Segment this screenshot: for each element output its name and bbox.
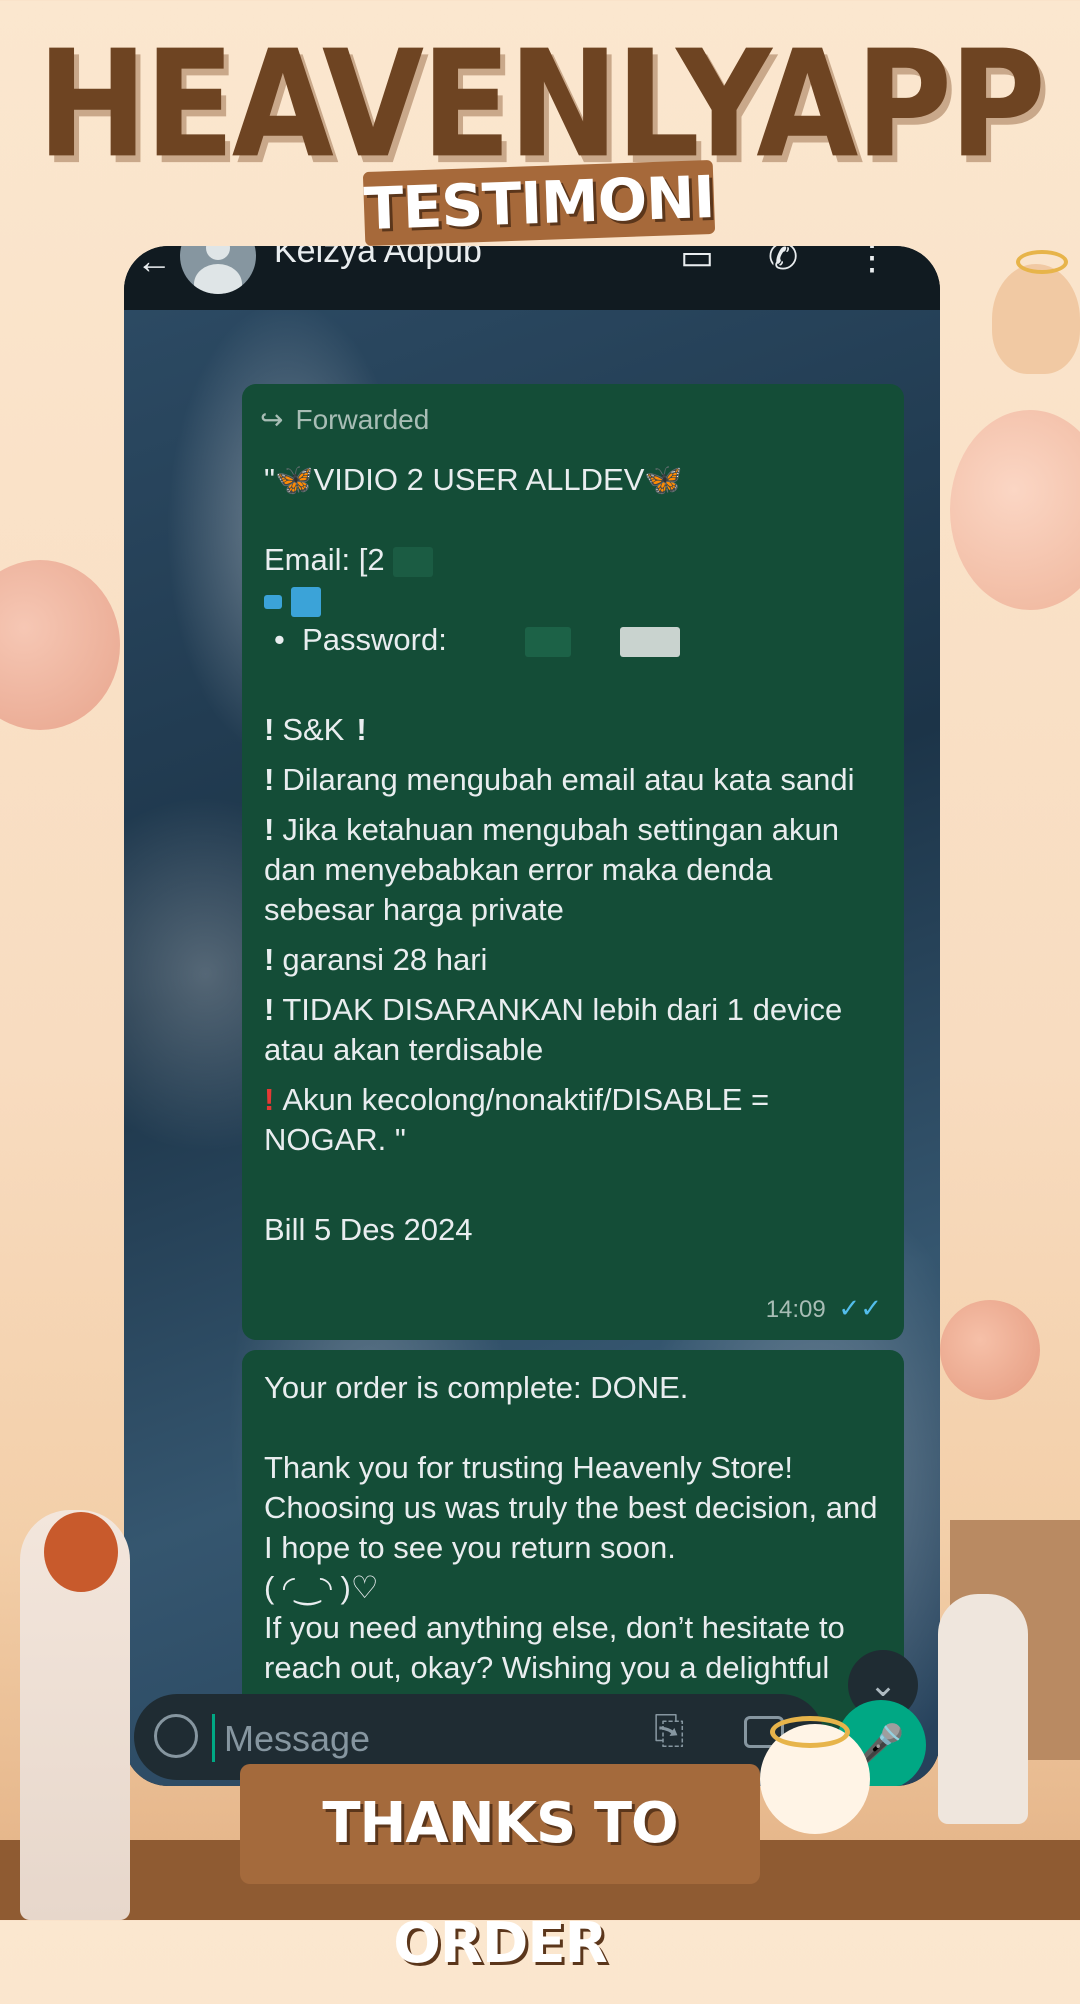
video-call-icon[interactable]: ▭ <box>680 246 714 278</box>
lyre-player-illustration <box>938 1594 1028 1824</box>
order-status-text: Your order is complete: DONE. <box>264 1370 689 1405</box>
chat-screenshot: ← Keizya Adpub ▭ ✆ ⋮ ↪ Forwarded "🦋VIDIO… <box>124 246 940 1786</box>
text-caret <box>212 1714 215 1762</box>
contact-name[interactable]: Keizya Adpub <box>274 246 482 271</box>
goddess-hair-illustration <box>44 1512 118 1592</box>
avatar[interactable] <box>180 246 256 294</box>
redacted-block <box>393 546 434 577</box>
thank-you-text: Thank you for trusting Heavenly Store! C… <box>264 1450 878 1565</box>
password-row: • Password: <box>264 620 882 660</box>
message-bubble-order-complete[interactable]: Your order is complete: DONE. Thank you … <box>242 1350 904 1742</box>
message-time: 14:09 <box>765 1296 826 1323</box>
thanks-banner: THANKS TO ORDER <box>240 1764 760 1976</box>
phone-call-icon[interactable]: ✆ <box>768 246 798 278</box>
forwarded-label: ↪ Forwarded <box>260 402 882 438</box>
attach-icon[interactable]: ⎘ <box>654 1710 684 1753</box>
read-receipt-icon: ✓✓ <box>838 1293 882 1323</box>
message-meta: 14:09 ✓✓ <box>766 1288 882 1330</box>
halo-icon <box>1016 250 1068 274</box>
redacted-block <box>264 594 282 609</box>
rule-item: ! garansi 28 hari <box>264 942 488 977</box>
redacted-block <box>525 626 572 657</box>
rule-item-warning: ! Akun kecolong/nonaktif/DISABLE = NOGAR.… <box>264 1082 770 1157</box>
chat-wallpaper: ↪ Forwarded "🦋VIDIO 2 USER ALLDEV🦋 Email… <box>124 310 940 1786</box>
heart-cloud-decoration <box>940 1300 1040 1400</box>
heart-cloud-decoration <box>0 560 120 730</box>
halo-icon <box>770 1716 850 1748</box>
sticker-icon[interactable] <box>154 1714 198 1758</box>
chat-header: ← Keizya Adpub ▭ ✆ ⋮ <box>124 246 940 310</box>
message-bubble-forwarded[interactable]: ↪ Forwarded "🦋VIDIO 2 USER ALLDEV🦋 Email… <box>242 384 904 1340</box>
message-title: "🦋VIDIO 2 USER ALLDEV🦋 <box>264 462 683 497</box>
message-input[interactable] <box>222 1710 606 1768</box>
email-row: Email: [2 <box>264 540 882 580</box>
rule-item: ! Jika ketahuan mengubah settingan akun d… <box>264 812 840 927</box>
back-arrow-icon[interactable]: ← <box>136 246 172 282</box>
subtitle-badge: TESTIMONI <box>362 159 715 247</box>
terms-heading: ! S&K! <box>264 712 367 747</box>
redacted-block <box>290 586 321 617</box>
rule-item: ! TIDAK DISARANKAN lebih dari 1 device at… <box>264 992 843 1067</box>
kaomoji-text: ( ◜‿◝ )♡ <box>264 1570 379 1605</box>
bill-date: Bill 5 Des 2024 <box>264 1212 473 1247</box>
rule-item: ! Dilarang mengubah email atau kata sandi <box>264 762 855 797</box>
heart-cloud-decoration <box>950 410 1080 610</box>
forward-icon: ↪ <box>260 404 284 435</box>
angel-illustration <box>992 264 1080 374</box>
email-row-continued <box>264 580 882 620</box>
more-vert-icon[interactable]: ⋮ <box>854 246 890 278</box>
redacted-block <box>620 626 681 657</box>
